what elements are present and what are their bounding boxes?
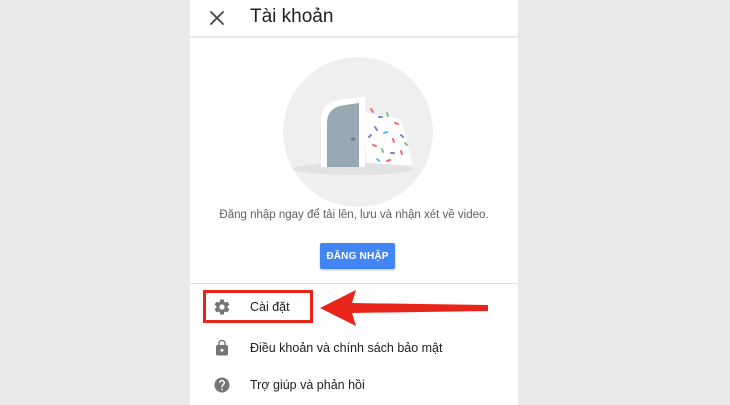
divider (190, 283, 518, 284)
close-button[interactable] (207, 8, 227, 28)
signin-message: Đăng nhập ngay để tải lên, lưu và nhận x… (219, 209, 489, 221)
menu-item-terms-privacy[interactable]: Điều khoản và chính sách bảo mật (190, 331, 518, 365)
menu-item-label: Điều khoản và chính sách bảo mật (250, 341, 443, 355)
menu-item-label: Trợ giúp và phản hồi (250, 378, 365, 392)
app-bar: Tài khoản (190, 0, 518, 37)
close-icon (210, 11, 224, 25)
door-illustration (283, 57, 433, 207)
lock-icon (213, 339, 231, 357)
help-icon (213, 376, 231, 394)
menu-item-help-feedback[interactable]: Trợ giúp và phản hồi (190, 368, 518, 402)
pointer-arrow (320, 290, 488, 326)
page-title: Tài khoản (250, 6, 334, 27)
signin-button[interactable]: ĐĂNG NHẬP (320, 243, 395, 269)
account-screen: Tài khoản Đăng nhập ngay để tải lên, lưu… (190, 0, 518, 405)
highlight-box (203, 290, 313, 323)
